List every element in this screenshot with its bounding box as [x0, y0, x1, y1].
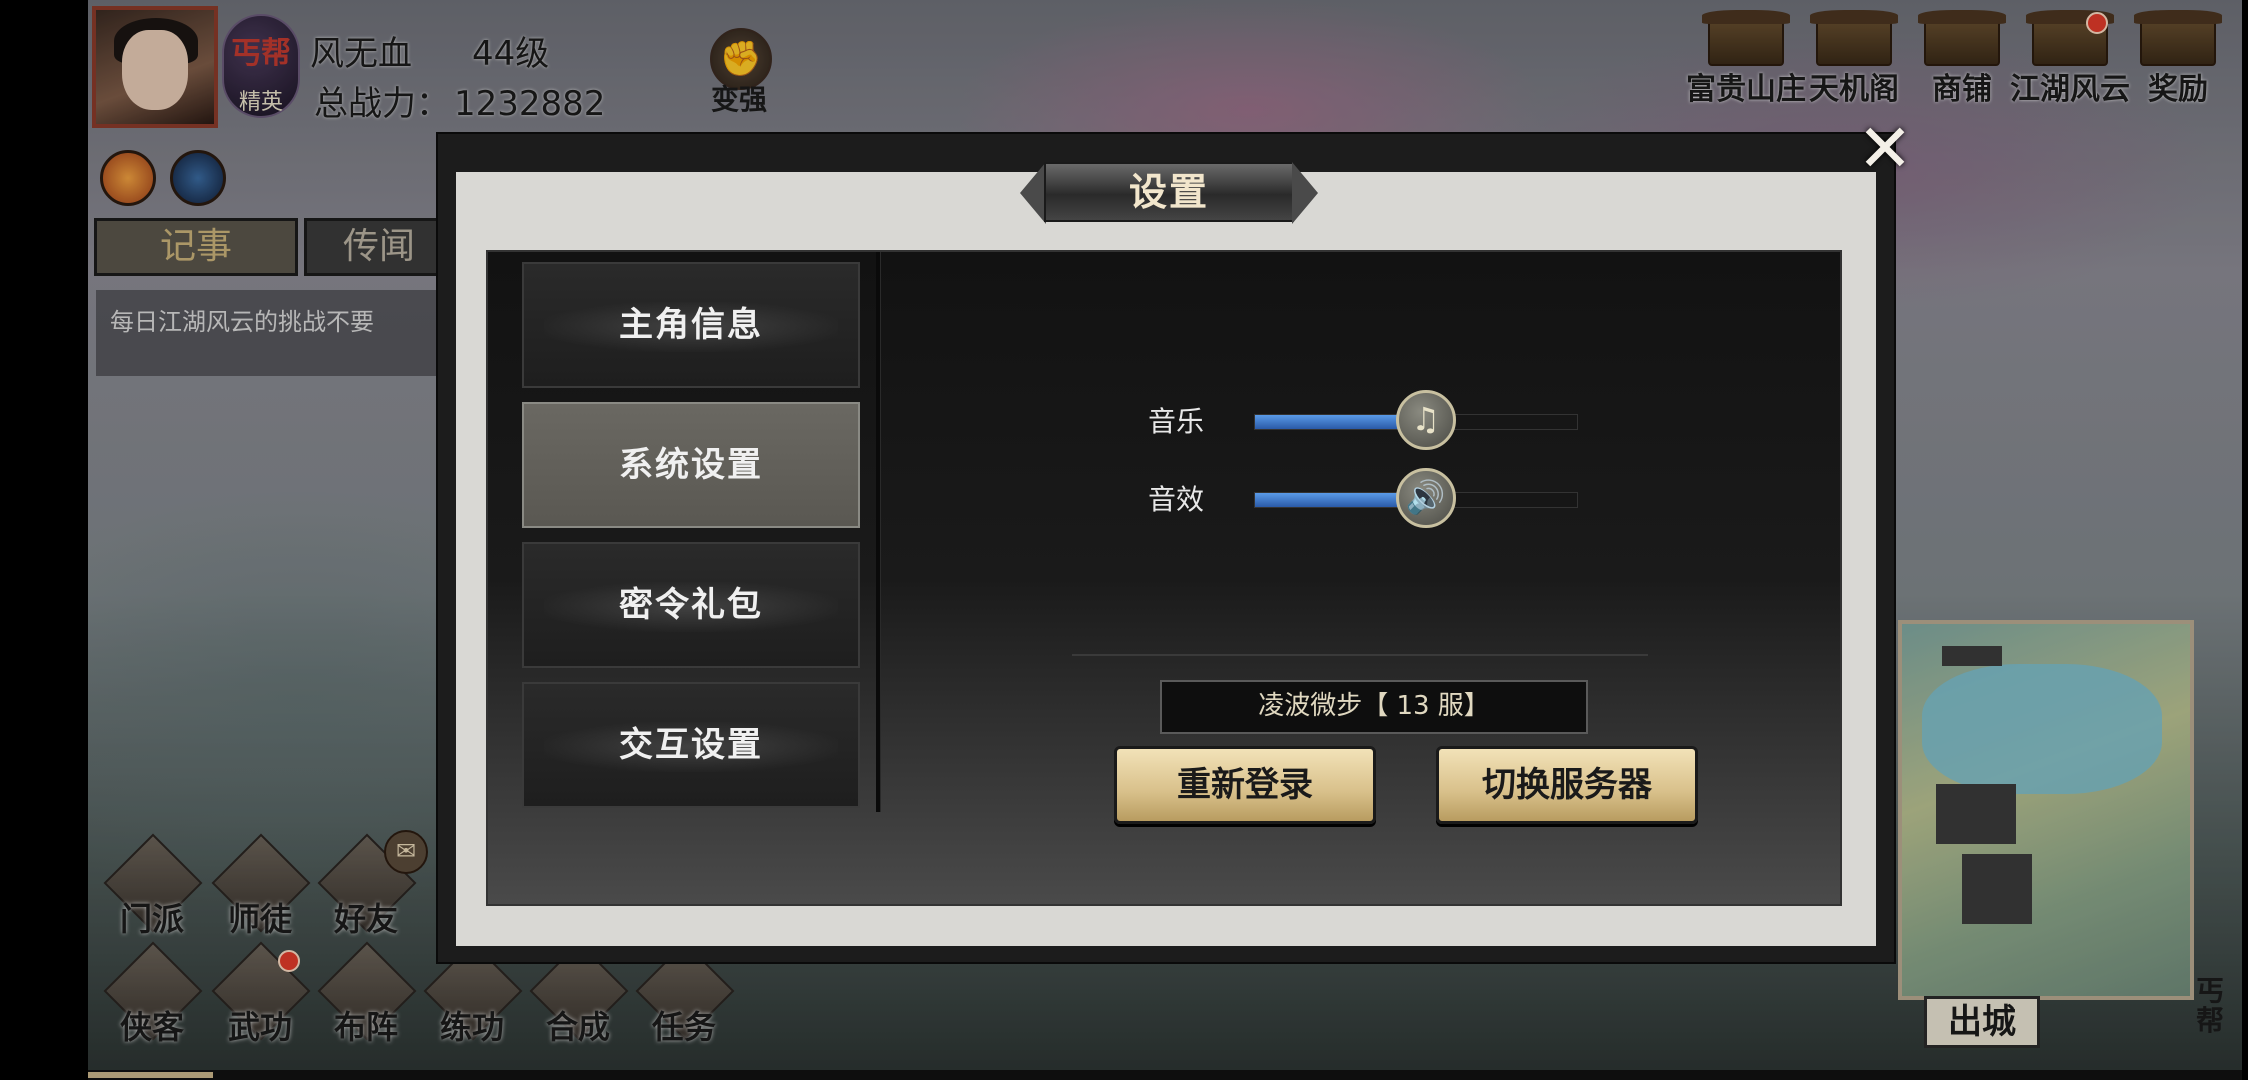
panel-divider: [876, 252, 881, 812]
right-letterbox: [2242, 0, 2248, 1080]
left-letterbox: [0, 0, 88, 1080]
game-screen: 丐帮 精英 风无血 44级 总战力： 1232882 ✊ 变强 记事 传闻 每日江…: [0, 0, 2248, 1080]
music-setting: 音乐 ♫: [1148, 390, 1618, 450]
close-icon[interactable]: ✕: [1852, 116, 1918, 184]
section-divider: [1072, 654, 1648, 656]
title-cap-right: [1292, 162, 1318, 224]
music-note-icon[interactable]: ♫: [1395, 390, 1456, 450]
sound-label: 音效: [1148, 483, 1205, 516]
menu-item-label: 密令礼包: [619, 585, 763, 625]
speaker-icon[interactable]: 🔊: [1395, 468, 1456, 528]
settings-title: 设置: [1128, 170, 1209, 214]
settings-frame: 设置 主角信息 系统设置 密令礼包 交互设置 音乐 ♫ 音效 🔊 凌波微步【 1…: [456, 162, 1876, 946]
switch-server-button[interactable]: 切换服务器: [1436, 746, 1698, 824]
menu-system-settings[interactable]: 系统设置: [522, 402, 860, 528]
menu-item-label: 交互设置: [619, 725, 763, 765]
menu-gift-code[interactable]: 密令礼包: [522, 542, 860, 668]
menu-item-label: 系统设置: [619, 445, 763, 485]
menu-interaction-settings[interactable]: 交互设置: [522, 682, 860, 808]
settings-title-plate: 设置: [1020, 156, 1318, 228]
title-cap-left: [1020, 162, 1046, 224]
settings-dialog: 设置 主角信息 系统设置 密令礼包 交互设置 音乐 ♫ 音效 🔊 凌波微步【 1…: [436, 116, 1913, 964]
music-label: 音乐: [1148, 405, 1205, 438]
menu-item-label: 主角信息: [619, 305, 763, 345]
settings-panel: 主角信息 系统设置 密令礼包 交互设置 音乐 ♫ 音效 🔊 凌波微步【 13 服…: [486, 250, 1842, 906]
relogin-button[interactable]: 重新登录: [1114, 746, 1376, 824]
sound-setting: 音效 🔊: [1148, 468, 1618, 528]
menu-character-info[interactable]: 主角信息: [522, 262, 860, 388]
current-server: 凌波微步【 13 服】: [1160, 680, 1588, 734]
